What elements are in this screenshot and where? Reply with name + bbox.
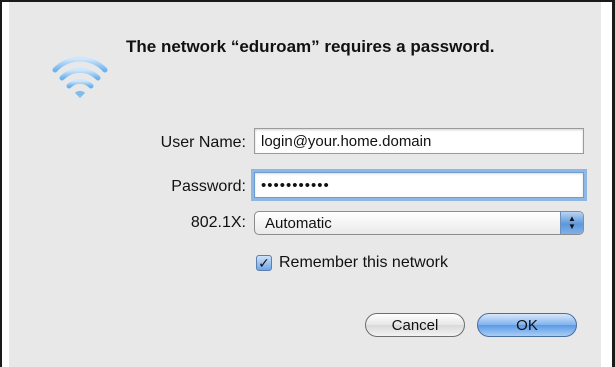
window-left-border [0,0,2,367]
username-label: User Name: [160,134,246,151]
auth-label: 802.1X: [190,214,246,231]
password-label: Password: [171,178,246,195]
ok-button[interactable]: OK [477,313,577,337]
auth-method-select[interactable]: Automatic ▲ ▼ [254,211,584,235]
remember-network-label[interactable]: Remember this network [279,254,448,272]
username-value: login@your.home.domain [261,132,432,150]
dialog-title: The network “eduroam” requires a passwor… [126,37,495,56]
cancel-button[interactable]: Cancel [365,313,465,337]
checkmark-icon: ✓ [258,255,270,271]
username-field[interactable]: login@your.home.domain [254,128,584,154]
auth-method-value: Automatic [265,214,332,232]
password-mask: ••••••••••• [261,176,330,194]
select-stepper-icon: ▲ ▼ [560,212,583,234]
remember-network-checkbox[interactable]: ✓ [256,255,272,271]
password-field[interactable]: ••••••••••• [254,172,584,198]
wifi-icon [52,56,108,98]
